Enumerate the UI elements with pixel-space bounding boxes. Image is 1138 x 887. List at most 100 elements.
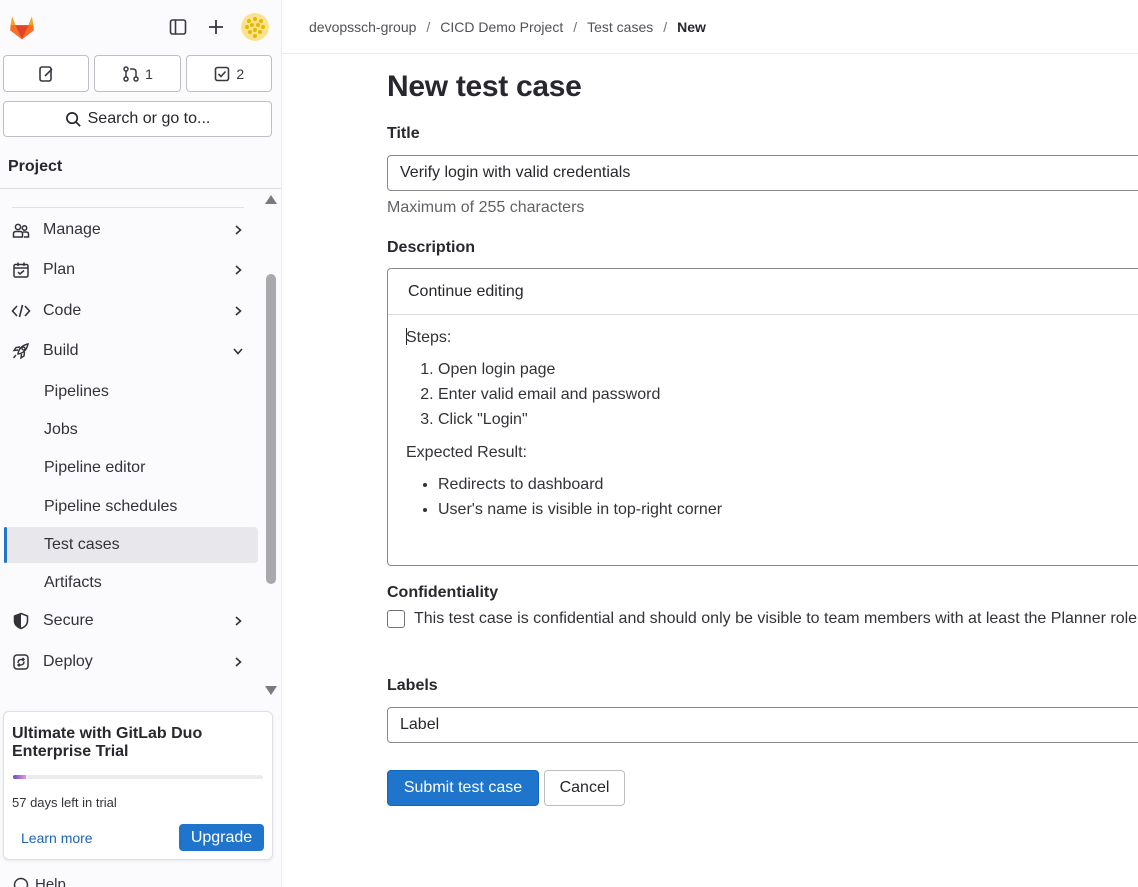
list-item: User's name is visible in top-right corn… bbox=[438, 497, 1126, 522]
steps-heading: Steps: bbox=[406, 329, 452, 346]
sidebar-subitem-pipeline-editor[interactable]: Pipeline editor bbox=[4, 450, 258, 486]
sidebar-item-label: Manage bbox=[43, 221, 101, 238]
search-label: Search or go to... bbox=[87, 110, 211, 127]
title-input[interactable]: Verify login with valid credentials bbox=[387, 155, 1138, 191]
sidebar-item-build[interactable]: Build bbox=[4, 333, 258, 369]
page-title: New test case bbox=[387, 70, 582, 103]
nav-divider bbox=[12, 207, 244, 208]
sidebar-item-label: Deploy bbox=[43, 653, 93, 670]
chevron-right-icon bbox=[228, 264, 248, 276]
search-icon bbox=[65, 111, 81, 127]
list-item: Redirects to dashboard bbox=[438, 472, 1126, 497]
confidential-option: This test case is confidential and shoul… bbox=[387, 610, 1138, 628]
breadcrumb-project-link[interactable]: CICD Demo Project bbox=[440, 19, 563, 35]
todo-icon bbox=[215, 66, 230, 81]
sidebar-item-deploy[interactable]: Deploy bbox=[4, 644, 258, 680]
deploy-icon bbox=[10, 653, 32, 671]
list-item: Open login page bbox=[438, 357, 1126, 382]
breadcrumb-section-link[interactable]: Test cases bbox=[587, 19, 653, 35]
trial-progress-bar bbox=[13, 775, 263, 779]
confidential-checkbox-text: This test case is confidential and shoul… bbox=[414, 610, 1138, 627]
left-sidebar: 1 2 Search or go to... Project Manage Pl… bbox=[0, 0, 282, 887]
chevron-down-icon bbox=[228, 345, 248, 357]
rocket-icon bbox=[10, 341, 32, 361]
plus-icon[interactable] bbox=[203, 14, 229, 40]
description-label: Description bbox=[387, 239, 476, 256]
confidentiality-label: Confidentiality bbox=[387, 584, 499, 601]
trial-title: Ultimate with GitLab Duo Enterprise Tria… bbox=[12, 725, 203, 760]
trial-progress-fill bbox=[13, 775, 26, 779]
upgrade-button[interactable]: Upgrade bbox=[179, 824, 264, 851]
user-avatar[interactable] bbox=[241, 13, 269, 41]
list-item: Enter valid email and password bbox=[438, 382, 1126, 407]
todos-button[interactable]: 2 bbox=[185, 55, 272, 92]
gitlab-logo-icon[interactable] bbox=[7, 12, 37, 42]
merge-requests-button[interactable]: 1 bbox=[94, 55, 181, 92]
sidebar-item-label: Code bbox=[43, 302, 82, 319]
help-label: Help bbox=[35, 876, 66, 887]
sidebar-nav: Manage Plan Code Build Pipelines Jobs Pi… bbox=[0, 189, 266, 702]
sidebar-counts: 1 2 bbox=[3, 55, 272, 92]
merge-requests-count: 1 bbox=[145, 65, 153, 82]
list-item: Click "Login" bbox=[438, 407, 1126, 432]
trial-widget: Ultimate with GitLab Duo Enterprise Tria… bbox=[3, 711, 273, 860]
learn-more-link[interactable]: Learn more bbox=[21, 830, 93, 846]
help-button[interactable]: Help bbox=[13, 876, 66, 887]
submit-button[interactable]: Submit test case bbox=[387, 770, 539, 806]
active-indicator bbox=[4, 527, 7, 563]
confidential-checkbox[interactable] bbox=[387, 610, 405, 628]
sidebar-scrollbar[interactable] bbox=[264, 195, 277, 695]
breadcrumb-separator: / bbox=[426, 18, 431, 35]
title-label: Title bbox=[387, 125, 420, 142]
sidebar-item-label: Plan bbox=[43, 261, 76, 278]
users-icon bbox=[10, 221, 32, 239]
title-help-text: Maximum of 255 characters bbox=[387, 199, 585, 216]
sidebar-topbar bbox=[0, 0, 281, 54]
labels-label: Labels bbox=[387, 677, 438, 694]
expected-heading: Expected Result: bbox=[406, 444, 527, 461]
sidebar-subitem-test-cases[interactable]: Test cases bbox=[4, 527, 258, 563]
description-editor: Continue editing Steps: Open login page … bbox=[387, 268, 1138, 566]
trial-days-left: 57 days left in trial bbox=[12, 795, 117, 810]
description-textarea[interactable]: Steps: Open login page Enter valid email… bbox=[406, 327, 1126, 522]
breadcrumb: devopssch-group / CICD Demo Project / Te… bbox=[282, 0, 1138, 54]
merge-request-icon bbox=[123, 65, 139, 82]
sidebar-item-code[interactable]: Code bbox=[4, 293, 258, 329]
code-icon bbox=[10, 302, 32, 320]
sidebar-section-title: Project bbox=[0, 146, 281, 189]
sidebar-subitem-artifacts[interactable]: Artifacts bbox=[4, 565, 258, 601]
scroll-up-arrow-icon[interactable] bbox=[265, 195, 277, 204]
scroll-thumb[interactable] bbox=[266, 274, 276, 584]
sidebar-item-secure[interactable]: Secure bbox=[4, 603, 258, 639]
breadcrumb-group-link[interactable]: devopssch-group bbox=[309, 19, 416, 35]
continue-editing-tab[interactable]: Continue editing bbox=[388, 269, 1138, 315]
sidebar-item-label: Build bbox=[43, 342, 79, 359]
shield-icon bbox=[10, 612, 32, 630]
sidebar-subitem-pipeline-schedules[interactable]: Pipeline schedules bbox=[4, 489, 258, 525]
labels-dropdown[interactable]: Label bbox=[387, 707, 1138, 743]
help-icon bbox=[13, 877, 29, 887]
sidebar-subitem-jobs[interactable]: Jobs bbox=[4, 412, 258, 448]
calendar-icon bbox=[10, 261, 32, 279]
issues-button[interactable] bbox=[3, 55, 90, 92]
scroll-down-arrow-icon[interactable] bbox=[265, 686, 277, 695]
breadcrumb-separator: / bbox=[573, 18, 578, 35]
steps-list: Open login page Enter valid email and pa… bbox=[438, 357, 1126, 432]
cancel-button[interactable]: Cancel bbox=[544, 770, 625, 806]
sidebar-toggle-icon[interactable] bbox=[165, 14, 191, 40]
chevron-right-icon bbox=[228, 615, 248, 627]
expected-list: Redirects to dashboard User's name is vi… bbox=[438, 472, 1126, 522]
todos-count: 2 bbox=[236, 65, 245, 82]
breadcrumb-current: New bbox=[677, 18, 706, 35]
breadcrumb-separator: / bbox=[663, 18, 668, 35]
sidebar-item-label: Secure bbox=[43, 612, 94, 629]
search-button[interactable]: Search or go to... bbox=[3, 101, 272, 137]
sidebar-subitem-label: Test cases bbox=[44, 536, 120, 553]
chevron-right-icon bbox=[228, 656, 248, 668]
issues-icon bbox=[39, 65, 53, 82]
chevron-right-icon bbox=[228, 305, 248, 317]
sidebar-item-manage[interactable]: Manage bbox=[4, 212, 258, 248]
sidebar-item-plan[interactable]: Plan bbox=[4, 252, 258, 288]
chevron-right-icon bbox=[228, 224, 248, 236]
sidebar-subitem-pipelines[interactable]: Pipelines bbox=[4, 374, 258, 410]
